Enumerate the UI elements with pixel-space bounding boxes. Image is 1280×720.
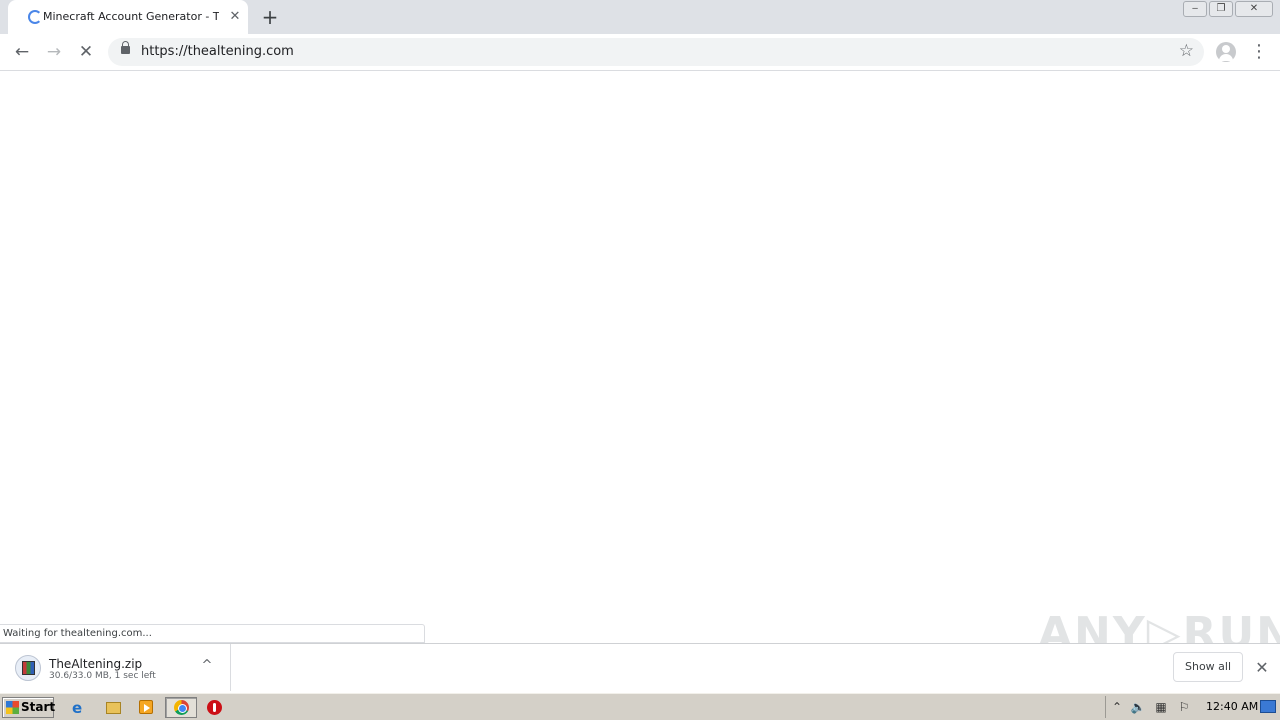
stop-loading-button[interactable]: ✕ — [74, 40, 98, 64]
system-tray: ⌃ 🔈 ▦ ⚐ 12:40 AM — [1105, 696, 1279, 718]
opera-icon[interactable] — [203, 697, 225, 718]
show-desktop-icon[interactable] — [1260, 700, 1276, 713]
url-text[interactable]: https://thealtening.com — [141, 44, 294, 59]
lock-icon[interactable] — [121, 41, 130, 54]
windows-logo-icon — [6, 701, 19, 714]
browser-menu-button[interactable]: ⋮ — [1250, 40, 1268, 64]
download-filename: TheAltening.zip — [49, 657, 143, 671]
window-close-button[interactable]: ✕ — [1235, 1, 1273, 17]
forward-button[interactable]: → — [42, 40, 66, 64]
new-tab-button[interactable]: + — [260, 7, 280, 27]
archive-file-icon — [15, 655, 41, 681]
download-item[interactable]: TheAltening.zip 30.6/33.0 MB, 1 sec left… — [0, 644, 231, 691]
status-bubble: Waiting for thealtening.com... — [0, 624, 425, 643]
network-icon[interactable]: ▦ — [1153, 699, 1169, 715]
action-center-flag-icon[interactable]: ⚐ — [1176, 699, 1192, 715]
start-button[interactable]: Start — [2, 697, 56, 718]
tab-active[interactable]: Minecraft Account Generator - TheAltenin… — [8, 0, 248, 34]
screen: Minecraft Account Generator - TheAltenin… — [0, 0, 1280, 720]
show-all-button[interactable]: Show all — [1173, 652, 1243, 682]
tab-strip: Minecraft Account Generator - TheAltenin… — [0, 0, 1280, 34]
file-explorer-icon[interactable] — [102, 697, 124, 718]
chrome-taskbar-icon[interactable] — [165, 697, 197, 718]
volume-icon[interactable]: 🔈 — [1130, 699, 1146, 715]
page-content — [0, 72, 1280, 643]
media-player-icon[interactable] — [135, 697, 157, 718]
restore-button[interactable]: ❐ — [1209, 1, 1233, 17]
chevron-up-icon[interactable]: ^ — [199, 658, 215, 674]
clock[interactable]: 12:40 AM — [1206, 699, 1258, 715]
tab-title: Minecraft Account Generator - TheAltenin… — [43, 10, 219, 23]
profile-avatar-icon[interactable] — [1216, 42, 1236, 62]
download-progress: 30.6/33.0 MB, 1 sec left — [49, 671, 156, 681]
internet-explorer-icon[interactable]: e — [69, 697, 91, 718]
bookmark-star-icon[interactable]: ☆ — [1179, 41, 1194, 61]
browser-toolbar: ← → ✕ https://thealtening.com ☆ ⋮ — [0, 34, 1280, 71]
loading-spinner-icon — [28, 10, 42, 24]
address-bar[interactable]: https://thealtening.com ☆ — [108, 38, 1204, 66]
tab-close-icon[interactable]: ✕ — [227, 9, 243, 25]
back-button[interactable]: ← — [10, 40, 34, 64]
download-shelf: TheAltening.zip 30.6/33.0 MB, 1 sec left… — [0, 643, 1280, 691]
close-shelf-icon[interactable]: ✕ — [1252, 658, 1272, 678]
taskbar: Start e ⌃ 🔈 ▦ ⚐ 12:40 AM — [0, 693, 1280, 720]
tray-expand-icon[interactable]: ⌃ — [1109, 699, 1125, 715]
start-label: Start — [21, 700, 56, 714]
minimize-button[interactable]: ‒ — [1183, 1, 1207, 17]
